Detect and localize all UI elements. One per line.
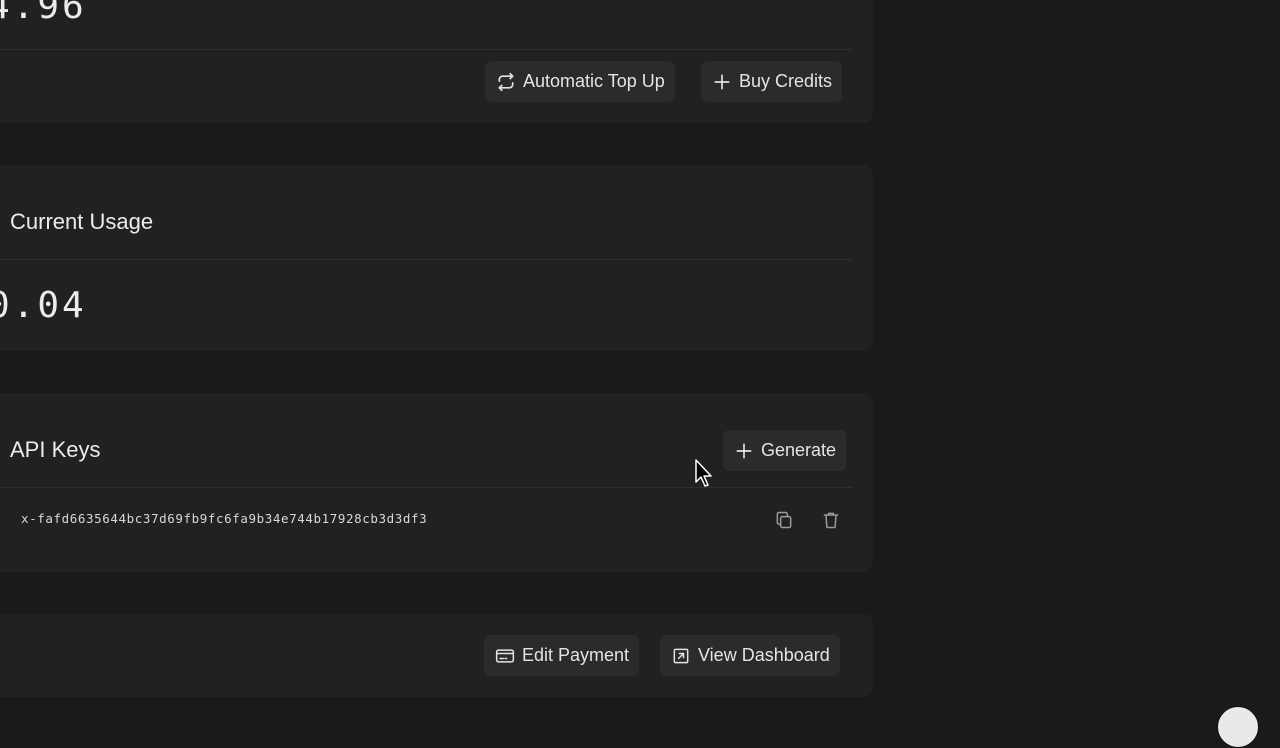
view-dashboard-label: View Dashboard — [698, 645, 830, 665]
balance-value: 4.96 — [0, 0, 87, 27]
generate-key-button[interactable]: Generate — [723, 430, 847, 471]
divider — [0, 487, 852, 488]
api-key-value[interactable]: x-fafd6635644bc37d69fb9fc6fa9b34e744b179… — [21, 511, 427, 526]
delete-key-button[interactable] — [819, 508, 843, 532]
payment-card: Edit Payment View Dashboard — [0, 614, 873, 697]
balance-card: 4.96 Automatic Top Up Buy Credits — [0, 0, 873, 123]
view-dashboard-button[interactable]: View Dashboard — [660, 635, 840, 676]
edit-payment-label: Edit Payment — [522, 645, 630, 665]
current-usage-value: 0.04 — [0, 285, 87, 326]
credit-card-icon — [495, 648, 515, 663]
generate-label: Generate — [761, 440, 837, 460]
api-keys-title: API Keys — [10, 437, 101, 462]
copy-icon — [776, 511, 792, 529]
buy-credits-label: Buy Credits — [739, 71, 833, 91]
buy-credits-button[interactable]: Buy Credits — [701, 61, 843, 102]
current-usage-card: Current Usage 0.04 — [0, 165, 873, 351]
divider — [0, 49, 852, 50]
divider — [0, 259, 852, 260]
automatic-top-up-label: Automatic Top Up — [523, 71, 665, 91]
help-chat-bubble[interactable] — [1217, 706, 1259, 748]
api-keys-card: API Keys Generate — [0, 393, 873, 572]
automatic-top-up-button[interactable]: Automatic Top Up — [485, 61, 675, 102]
plus-icon — [736, 443, 752, 458]
trash-icon — [823, 512, 839, 529]
edit-payment-button[interactable]: Edit Payment — [484, 635, 640, 676]
plus-icon — [714, 74, 730, 89]
current-usage-title: Current Usage — [10, 209, 154, 234]
refresh-icon — [498, 72, 514, 91]
copy-key-button[interactable] — [772, 508, 796, 532]
external-link-icon — [673, 648, 689, 663]
